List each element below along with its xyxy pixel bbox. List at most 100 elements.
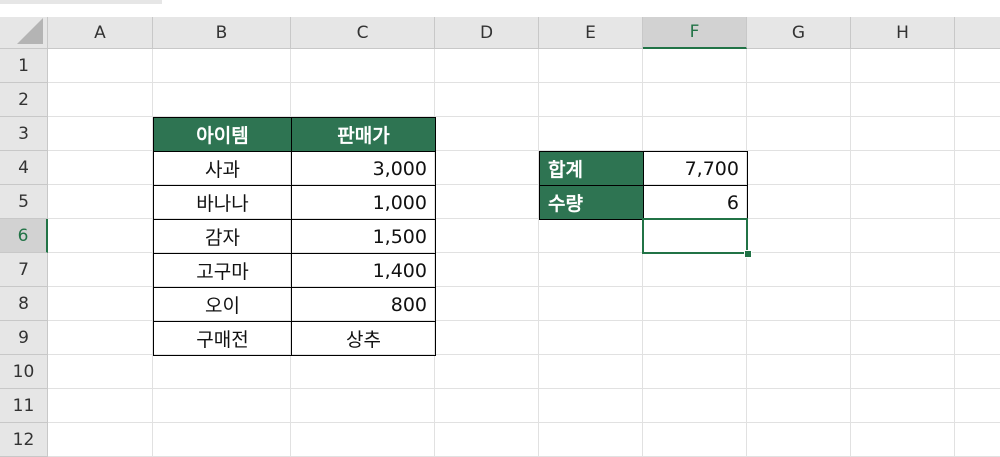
cell[interactable] (435, 355, 539, 389)
cell[interactable] (643, 355, 747, 389)
cell[interactable] (955, 287, 1000, 321)
cell[interactable] (851, 355, 955, 389)
count-value-cell[interactable]: 6 (643, 185, 748, 220)
cell[interactable] (435, 49, 539, 83)
cell[interactable] (291, 49, 435, 83)
cell[interactable] (643, 287, 747, 321)
cell[interactable] (955, 219, 1000, 253)
cell[interactable] (643, 83, 747, 117)
cell[interactable] (851, 423, 955, 457)
cell[interactable] (851, 185, 955, 219)
cell[interactable] (153, 389, 291, 423)
price-cell[interactable]: 상추 (291, 321, 436, 356)
column-header-h[interactable]: H (851, 17, 955, 49)
cell[interactable] (643, 117, 747, 151)
row-header-4[interactable]: 4 (0, 151, 48, 185)
cell[interactable] (539, 389, 643, 423)
cell[interactable] (643, 321, 747, 355)
row-header-9[interactable]: 9 (0, 321, 48, 355)
cell[interactable] (955, 185, 1000, 219)
column-header-a[interactable]: A (48, 17, 153, 49)
cell[interactable] (539, 423, 643, 457)
cell[interactable] (48, 151, 153, 185)
row-header-8[interactable]: 8 (0, 287, 48, 321)
cell[interactable] (48, 423, 153, 457)
cell[interactable] (851, 219, 955, 253)
cell[interactable] (955, 253, 1000, 287)
item-cell[interactable]: 오이 (153, 287, 292, 322)
price-cell[interactable]: 1,000 (291, 185, 436, 220)
column-header-i[interactable] (955, 17, 1000, 49)
column-header-d[interactable]: D (435, 17, 539, 49)
row-header-7[interactable]: 7 (0, 253, 48, 287)
cell[interactable] (955, 49, 1000, 83)
cell[interactable] (435, 117, 539, 151)
cell[interactable] (747, 423, 851, 457)
item-cell[interactable]: 감자 (153, 219, 292, 254)
price-cell[interactable]: 800 (291, 287, 436, 322)
cell[interactable] (851, 83, 955, 117)
cell[interactable] (955, 389, 1000, 423)
column-header-b[interactable]: B (153, 17, 291, 49)
cell[interactable] (48, 219, 153, 253)
cell[interactable] (539, 49, 643, 83)
cell[interactable] (747, 253, 851, 287)
column-header-e[interactable]: E (539, 17, 643, 49)
cell[interactable] (747, 185, 851, 219)
cell[interactable] (539, 287, 643, 321)
item-header-cell[interactable]: 아이템 (153, 117, 292, 152)
row-header-1[interactable]: 1 (0, 49, 48, 83)
column-header-g[interactable]: G (747, 17, 851, 49)
cell[interactable] (48, 287, 153, 321)
cell[interactable] (747, 151, 851, 185)
cell[interactable] (153, 83, 291, 117)
row-header-11[interactable]: 11 (0, 389, 48, 423)
select-all-corner[interactable] (0, 17, 48, 49)
cell[interactable] (851, 151, 955, 185)
cell[interactable] (747, 83, 851, 117)
item-cell[interactable]: 사과 (153, 151, 292, 186)
price-cell[interactable]: 1,500 (291, 219, 436, 254)
cell[interactable] (291, 83, 435, 117)
spreadsheet-grid[interactable]: A B C D E F G H 1 2 3 4 5 6 7 8 9 10 11 12 아이템 판매가 사과 3,000 바나나 1… (0, 0, 1000, 457)
cell[interactable] (48, 185, 153, 219)
cell[interactable] (851, 389, 955, 423)
cell[interactable] (539, 83, 643, 117)
row-header-2[interactable]: 2 (0, 83, 48, 117)
price-cell[interactable]: 3,000 (291, 151, 436, 186)
cell[interactable] (643, 219, 747, 253)
item-cell[interactable]: 구매전 (153, 321, 292, 356)
price-cell[interactable]: 1,400 (291, 253, 436, 288)
cell[interactable] (291, 389, 435, 423)
cell[interactable] (747, 389, 851, 423)
cell[interactable] (643, 253, 747, 287)
cell[interactable] (435, 389, 539, 423)
cell[interactable] (747, 49, 851, 83)
count-label-cell[interactable]: 수량 (539, 185, 644, 220)
cell[interactable] (955, 355, 1000, 389)
cell[interactable] (435, 287, 539, 321)
cell[interactable] (643, 423, 747, 457)
column-header-c[interactable]: C (291, 17, 435, 49)
cell[interactable] (539, 253, 643, 287)
cell[interactable] (291, 423, 435, 457)
cell[interactable] (955, 83, 1000, 117)
price-header-cell[interactable]: 판매가 (291, 117, 436, 152)
cell[interactable] (48, 253, 153, 287)
row-header-5[interactable]: 5 (0, 185, 48, 219)
cell[interactable] (435, 151, 539, 185)
cell[interactable] (435, 83, 539, 117)
cell[interactable] (291, 355, 435, 389)
cell[interactable] (955, 151, 1000, 185)
item-cell[interactable]: 고구마 (153, 253, 292, 288)
cell[interactable] (539, 117, 643, 151)
cell[interactable] (153, 49, 291, 83)
total-label-cell[interactable]: 합계 (539, 151, 644, 186)
cell[interactable] (48, 117, 153, 151)
cell[interactable] (747, 287, 851, 321)
cell[interactable] (955, 321, 1000, 355)
cell[interactable] (435, 321, 539, 355)
cell[interactable] (435, 253, 539, 287)
cell[interactable] (435, 423, 539, 457)
cell[interactable] (539, 321, 643, 355)
